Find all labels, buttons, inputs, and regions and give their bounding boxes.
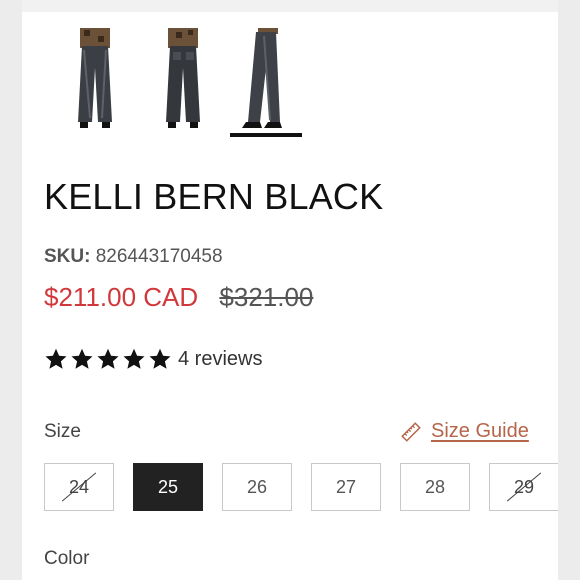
star-icon [96,347,120,371]
size-options: 24 25 26 27 28 29 [44,463,558,515]
rating-summary[interactable]: 4 reviews [44,345,262,373]
thumbnail-back[interactable] [148,28,218,132]
star-rating [44,347,172,371]
size-label: Size [44,421,81,442]
reviews-link[interactable]: 4 reviews [178,348,262,371]
price-row: $211.00 CAD $321.00 [44,282,313,313]
size-guide-link[interactable]: Size Guide [400,420,529,443]
size-option-27[interactable]: 27 [311,463,381,511]
jeans-side-image [242,28,282,128]
size-option-label: 26 [246,476,268,497]
size-option-24[interactable]: 24 [44,463,114,511]
sku-line: SKU: 826443170458 [44,246,223,268]
size-option-label: 28 [424,476,446,497]
thumbnail-side[interactable] [230,28,300,132]
jeans-front-image [78,28,112,128]
sale-price: $211.00 CAD [44,282,199,312]
size-guide-text: Size Guide [431,420,529,442]
size-option-26[interactable]: 26 [222,463,292,511]
thumbnail-selected-indicator [230,133,302,137]
size-option-28[interactable]: 28 [400,463,470,511]
color-label: Color [44,548,90,569]
star-icon [70,347,94,371]
size-option-25[interactable]: 25 [133,463,203,511]
size-option-label: 29 [513,476,535,497]
original-price: $321.00 [219,282,314,312]
top-bar [22,0,558,12]
star-icon [122,347,146,371]
star-icon [44,347,68,371]
product-page: KELLI BERN BLACK SKU: 826443170458 $211.… [22,0,558,580]
star-icon [148,347,172,371]
size-option-label: 24 [68,476,90,497]
sku-label: SKU: [44,246,91,267]
thumbnail-front[interactable] [60,28,130,132]
jeans-back-image [166,28,200,128]
size-option-label: 27 [335,476,357,497]
size-option-label: 25 [157,476,179,497]
size-option-29[interactable]: 29 [489,463,558,511]
product-title: KELLI BERN BLACK [44,176,384,217]
sku-value: 826443170458 [95,246,223,267]
ruler-icon [400,421,431,443]
